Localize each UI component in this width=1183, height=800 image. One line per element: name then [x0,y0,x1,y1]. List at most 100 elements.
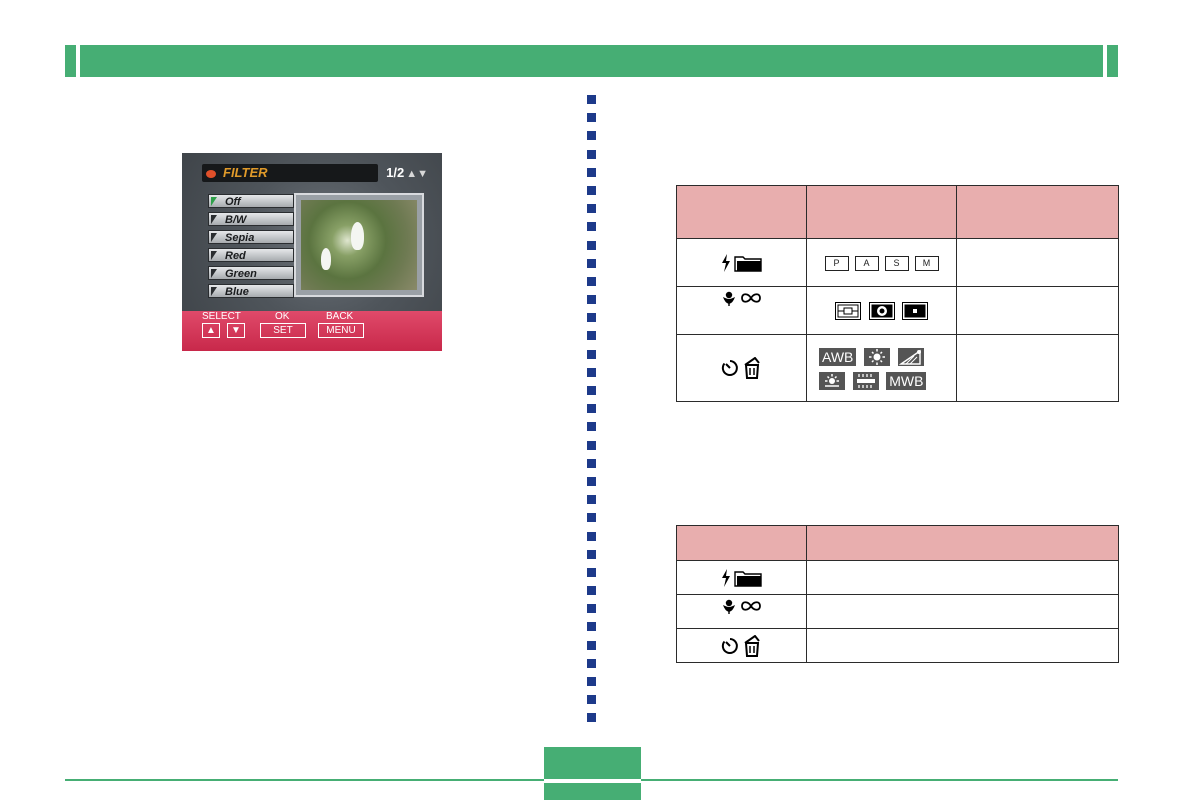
mwb-icon: MWB [886,371,927,390]
menu-bullet-icon [206,170,216,178]
separator-dot [587,113,596,123]
flower-bloom [321,248,331,270]
back-label: BACK [326,311,354,322]
separator-dot [587,658,596,668]
separator-dot [587,185,596,195]
key-cell [676,628,807,663]
wb-row-2: MWB [817,368,956,392]
metering-cell [806,286,957,335]
self-timer-icon [721,637,738,654]
menu-button[interactable]: MENU [318,323,364,338]
value-cell [806,628,1119,663]
select-up-button[interactable]: ▲ [202,323,220,338]
center-metering-icon [868,301,895,320]
delete-icon [744,634,761,657]
sun-icon [864,347,890,366]
mode-s-icon: S [884,255,909,271]
header-divider-left [76,45,80,77]
separator-dot [587,695,596,705]
filter-option-red[interactable]: Red [208,248,294,262]
key-cell [676,594,807,629]
separator-dot [587,586,596,596]
value-cell [956,334,1119,402]
delete-icon [744,357,761,379]
table-header-cell [676,185,807,239]
mode-a-icon: A [854,255,879,271]
infinity-icon [741,292,762,303]
column-separator [587,95,596,732]
table-header-cell [806,525,1119,561]
filter-preview [294,193,424,297]
table-header-cell [956,185,1119,239]
filter-option-label: Sepia [225,232,255,244]
tungsten-icon [819,371,845,390]
separator-dot [587,276,596,286]
folder-icon [734,255,763,272]
key-cell [676,238,807,287]
separator-dot [587,440,596,450]
value-cell [806,594,1119,629]
folder-icon [734,570,763,587]
separator-dot [587,458,596,468]
separator-dot [587,531,596,541]
settings-table: PASM AWB MWB [676,185,1119,402]
filter-option-blue[interactable]: Blue [208,284,294,298]
filter-option-bw[interactable]: B/W [208,212,294,226]
filter-option-sepia[interactable]: Sepia [208,230,294,244]
self-timer-icon [721,360,738,376]
header-bar [65,45,1118,77]
value-cell [956,238,1119,287]
separator-dot [587,258,596,268]
separator-dot [587,313,596,323]
set-button[interactable]: SET [260,323,306,338]
key-cell [676,286,807,335]
flower-bloom [351,222,364,250]
separator-dot [587,240,596,250]
ok-label: OK [275,311,290,322]
key-cell [676,560,807,595]
page-tab-divider [544,779,641,783]
separator-dot [587,222,596,232]
page-indicator: 1/2 ▲▼ [386,165,428,180]
flash-icon [721,253,730,272]
awb-icon: AWB [819,347,857,366]
page-number: 1/2 [386,165,405,180]
separator-dot [587,495,596,505]
filter-option-green[interactable]: Green [208,266,294,280]
key-function-table [676,525,1119,663]
separator-dot [587,604,596,614]
flash-icon [721,568,730,587]
table-header-cell [806,185,957,239]
separator-dot [587,386,596,395]
separator-dot [587,404,596,414]
separator-dot [587,677,596,686]
preview-photo [301,200,417,290]
separator-dot [587,367,596,377]
spot-metering-icon [902,301,929,320]
separator-dot [587,295,596,305]
infinity-icon [741,600,762,611]
select-down-button[interactable]: ▼ [227,323,245,338]
macro-icon [722,599,735,614]
filter-option-label: B/W [225,214,247,226]
separator-dot [587,567,596,577]
separator-dot [587,476,596,486]
select-label: SELECT [202,311,241,322]
separator-dot [587,640,596,650]
filter-option-label: Blue [225,286,249,298]
shade-icon [897,347,924,366]
separator-dot [587,513,596,523]
filter-option-label: Off [225,196,241,208]
separator-dot [587,349,596,359]
macro-icon [722,291,735,306]
key-cell [676,334,807,402]
separator-dot [587,331,596,341]
filter-option-label: Red [225,250,246,262]
filter-option-off[interactable]: Off [208,194,294,208]
separator-dot [587,622,596,632]
value-cell [956,286,1119,335]
separator-dot [587,713,596,723]
header-divider-right [1103,45,1107,77]
white-balance-cell: AWB MWB [806,334,957,402]
mode-cell: PASM [806,238,957,287]
